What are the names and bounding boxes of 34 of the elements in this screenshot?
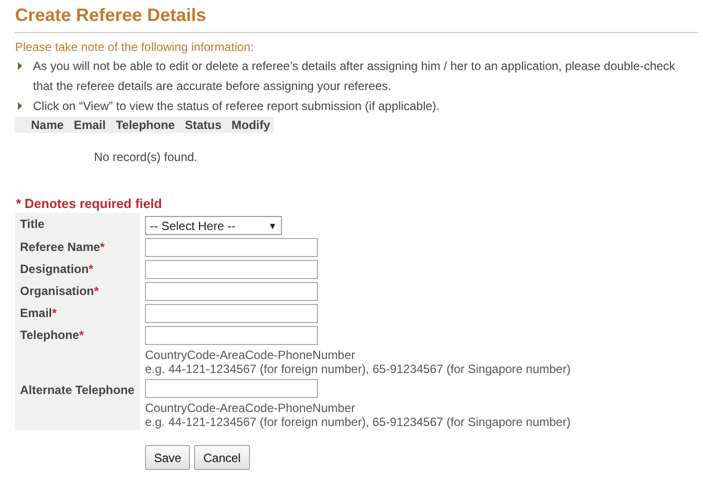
field-label: Referee Name [20,240,100,254]
input-field[interactable] [145,260,318,279]
required-note: * Denotes required field [16,196,163,211]
input-field[interactable] [145,282,318,301]
required-marker: * [100,240,105,254]
notice-text: As you will not be able to edit or delete a referee’s details after assigning him / her to an application, please double-check that the referee details are accurate before assigning your referees. [33,58,676,95]
notice-text: Click on “View” to view the status of referee report submission (if applicable). [33,98,440,115]
required-marker: * [94,284,99,298]
field-hint: e.g. 44-121-1234567 (for foreign number), 65-91234567 (for Singapore number) [145,415,571,429]
field-label: Organisation [20,284,94,298]
required-marker: * [88,262,94,276]
input-field[interactable] [145,238,318,257]
input-field[interactable] [145,326,318,345]
table-header: Name Email Telephone Status Modify [15,117,274,133]
form-button[interactable]: Save [145,445,190,470]
required-marker: * [52,306,57,320]
required-marker: * [79,328,84,342]
input-field[interactable] [145,379,318,398]
page-title: Create Referee Details [15,5,698,33]
bullet-icon [18,62,22,70]
field-label: Designation [20,262,89,276]
notice-heading: Please take note of the following information: [15,40,255,54]
bullet-icon [18,102,22,110]
field-hint: e.g. 44-121-1234567 (for foreign number), 65-91234567 (for Singapore number) [145,362,571,376]
input-field[interactable] [145,304,318,323]
field-label: Email [20,306,52,320]
field-hint: CountryCode-AreaCode-PhoneNumber [145,401,356,415]
field-label: Telephone [20,328,80,342]
field-hint: CountryCode-AreaCode-PhoneNumber [145,348,356,362]
empty-message: No record(s) found. [94,150,198,164]
field-label: Alternate Telephone [20,383,134,397]
form-button[interactable]: Cancel [194,445,250,470]
title-select[interactable]: -- Select Here -- ▼ [145,216,282,235]
field-label: Title [20,217,44,231]
